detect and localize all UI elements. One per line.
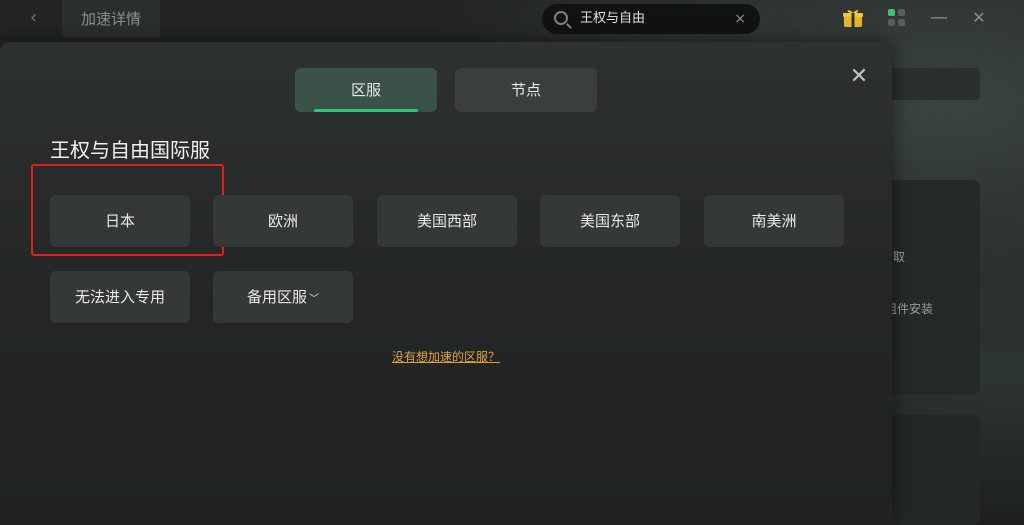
search-value: 王权与自由 — [580, 11, 646, 26]
apps-icon[interactable] — [888, 9, 906, 27]
background-panel-bar — [890, 68, 980, 100]
server-button-us-east[interactable]: 美国东部 — [540, 195, 680, 247]
background-text: 组件安装 — [885, 302, 934, 316]
title-bar: ‹ 加速详情 王权与自由 × — ✕ — [0, 0, 1024, 38]
game-title: 王权与自由国际服 — [50, 138, 210, 162]
server-button-south-america[interactable]: 南美洲 — [704, 195, 844, 247]
window-close-button[interactable]: ✕ — [970, 8, 988, 28]
chevron-down-icon: ﹀ — [309, 294, 319, 305]
server-button-cannot-enter[interactable]: 无法进入专用 — [50, 271, 190, 323]
help-link[interactable]: 没有想加速的区服？ — [0, 348, 892, 365]
minimize-button[interactable]: — — [930, 8, 948, 28]
chevron-left-icon[interactable]: ‹ — [30, 8, 48, 28]
server-button-europe[interactable]: 欧洲 — [213, 195, 353, 247]
background-card — [880, 180, 980, 395]
active-tab-indicator — [314, 109, 418, 112]
clear-search-icon[interactable]: × — [734, 4, 746, 34]
background-card — [880, 415, 980, 525]
tab-acceleration-details[interactable]: 加速详情 — [62, 0, 160, 38]
tab-region[interactable]: 区服 — [295, 68, 437, 112]
server-button-japan[interactable]: 日本 — [50, 195, 190, 247]
gift-icon[interactable] — [842, 8, 864, 28]
server-dropdown-backup[interactable]: 备用区服 ﹀ — [213, 271, 353, 323]
close-icon[interactable]: ✕ — [848, 66, 870, 88]
search-icon — [554, 11, 568, 25]
dropdown-label: 备用区服 — [246, 288, 307, 306]
server-button-us-west[interactable]: 美国西部 — [377, 195, 517, 247]
background-text: 取 — [893, 250, 906, 264]
tab-node[interactable]: 节点 — [455, 68, 597, 112]
server-select-modal: ✕ 区服 节点 王权与自由国际服 日本 欧洲 美国西部 美国东部 南美洲 无法进… — [0, 42, 892, 525]
search-input[interactable]: 王权与自由 × — [542, 4, 760, 34]
